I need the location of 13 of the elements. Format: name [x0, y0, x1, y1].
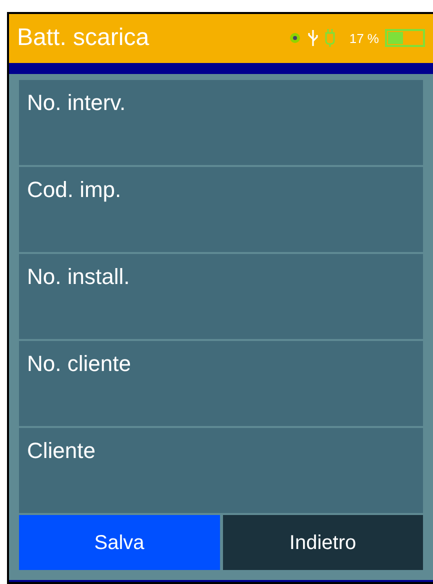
battery-percent: 17 % — [349, 30, 379, 48]
plug-icon — [325, 28, 336, 48]
header-title: Batt. scarica — [17, 23, 150, 54]
input-field[interactable]: No. cliente — [19, 341, 423, 426]
input-field[interactable]: Cliente — [19, 428, 423, 514]
action-button[interactable]: Salva — [19, 515, 220, 570]
battery-icon — [385, 29, 425, 48]
input-field[interactable]: No. install. — [19, 254, 423, 340]
input-field[interactable]: No. interv. — [19, 80, 423, 166]
sensor-icon — [289, 32, 302, 44]
usb-icon — [307, 29, 320, 48]
action-button[interactable]: Indietro — [222, 515, 423, 570]
input-field[interactable]: Cod. imp. — [19, 167, 423, 252]
